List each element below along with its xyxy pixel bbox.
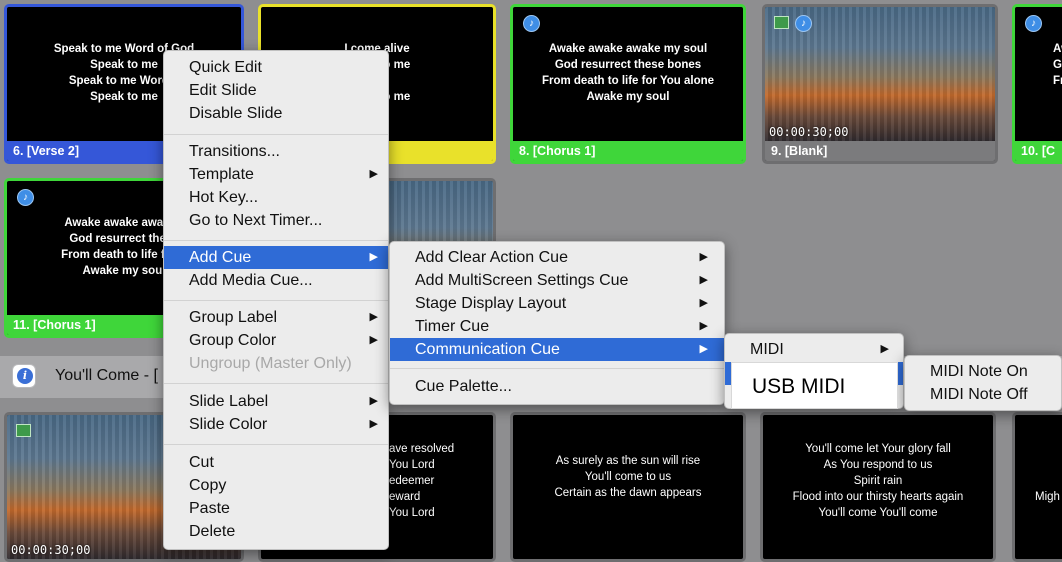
audio-cue-icon: ♪: [795, 15, 812, 32]
menu-item-delete[interactable]: Delete: [164, 520, 388, 543]
slide-lyrics: Migh: [1035, 491, 1060, 503]
slide-context-menu: Quick Edit Edit Slide Disable Slide Tran…: [163, 50, 389, 550]
image-cue-icon: [16, 424, 31, 437]
slide-10[interactable]: ♪ Aw Go Fro 10. [C: [1012, 4, 1062, 164]
menu-item-quick-edit[interactable]: Quick Edit: [164, 56, 388, 79]
slide-chorus-1-8[interactable]: ♪ Awake awake awake my soul God resurrec…: [510, 4, 746, 164]
menu-item-add-media-cue[interactable]: Add Media Cue...: [164, 269, 388, 292]
menu-item-group-label[interactable]: Group Label ▶: [164, 306, 388, 329]
chevron-right-icon: ▶: [699, 343, 708, 355]
chevron-right-icon: ▶: [699, 251, 708, 263]
audio-cue-icon: ♪: [1025, 15, 1042, 32]
slide-bottom-3[interactable]: As surely as the sun will rise You'll co…: [510, 412, 746, 562]
slide-lyrics: Aw Go Fro: [1053, 43, 1062, 87]
menu-item-cue-palette[interactable]: Cue Palette...: [390, 375, 724, 398]
menu-separator: [164, 134, 388, 135]
menu-item-cut[interactable]: Cut: [164, 451, 388, 474]
video-timecode: 00:00:30;00: [769, 125, 849, 139]
menu-separator: [390, 368, 724, 369]
image-cue-icon: [774, 16, 789, 29]
menu-item-template[interactable]: Template ▶: [164, 163, 388, 186]
chevron-right-icon: ▶: [369, 311, 378, 323]
chevron-right-icon: ▶: [369, 334, 378, 346]
menu-item-stage-display-layout[interactable]: Stage Display Layout ▶: [390, 292, 724, 315]
menu-separator: [164, 240, 388, 241]
slide-label: 9. [Blank]: [765, 141, 995, 161]
menu-item-communication-cue[interactable]: Communication Cue ▶: [390, 338, 724, 361]
slide-lyrics: As surely as the sun will rise You'll co…: [554, 455, 702, 499]
menu-item-slide-label[interactable]: Slide Label ▶: [164, 390, 388, 413]
chevron-right-icon: ▶: [699, 320, 708, 332]
chevron-right-icon: ▶: [369, 395, 378, 407]
chevron-right-icon: ▶: [369, 251, 378, 263]
menu-item-label: MIDI: [750, 341, 784, 358]
menu-item-disable-slide[interactable]: Disable Slide: [164, 102, 388, 125]
menu-item-label: Timer Cue: [415, 318, 490, 335]
menu-separator: [164, 383, 388, 384]
midi-submenu: MIDI Note On MIDI Note Off: [904, 355, 1062, 411]
menu-item-copy[interactable]: Copy: [164, 474, 388, 497]
audio-cue-icon: ♪: [17, 189, 34, 206]
menu-separator: [164, 444, 388, 445]
add-cue-submenu: Add Clear Action Cue ▶ Add MultiScreen S…: [389, 241, 725, 405]
menu-item-label: Add Clear Action Cue: [415, 249, 568, 266]
menu-item-label: Add Cue: [189, 249, 252, 266]
slide-bottom-5[interactable]: Migh: [1012, 412, 1062, 562]
chevron-right-icon: ▶: [880, 343, 889, 355]
menu-item-midi[interactable]: MIDI ▶: [725, 338, 903, 361]
menu-item-hot-key[interactable]: Hot Key...: [164, 186, 388, 209]
slide-label: 8. [Chorus 1]: [513, 141, 743, 161]
video-timecode: 00:00:30;00: [11, 543, 91, 557]
slide-blank[interactable]: ♪ 00:00:30;00 9. [Blank]: [762, 4, 998, 164]
info-icon[interactable]: i: [12, 364, 36, 388]
menu-item-add-multiscreen-settings-cue[interactable]: Add MultiScreen Settings Cue ▶: [390, 269, 724, 292]
chevron-right-icon: ▶: [369, 418, 378, 430]
menu-item-label: Group Color: [189, 332, 277, 349]
menu-item-label: Add MultiScreen Settings Cue: [415, 272, 629, 289]
menu-item-add-clear-action-cue[interactable]: Add Clear Action Cue ▶: [390, 246, 724, 269]
menu-separator: [164, 300, 388, 301]
menu-item-midi-note-off[interactable]: MIDI Note Off: [905, 383, 1061, 406]
slide-lyrics: You'll come let Your glory fall As You r…: [792, 443, 964, 519]
menu-item-timer-cue[interactable]: Timer Cue ▶: [390, 315, 724, 338]
menu-item-ungroup: Ungroup (Master Only): [189, 355, 352, 372]
chevron-right-icon: ▶: [369, 168, 378, 180]
menu-item-paste[interactable]: Paste: [164, 497, 388, 520]
menu-item-label: Group Label: [189, 309, 278, 326]
chevron-right-icon: ▶: [699, 297, 708, 309]
usb-midi-tooltip: USB MIDI: [731, 362, 898, 409]
menu-item-label: Stage Display Layout: [415, 295, 567, 312]
menu-item-transitions[interactable]: Transitions...: [164, 140, 388, 163]
menu-item-label: Slide Color: [189, 416, 268, 433]
menu-item-group-color[interactable]: Group Color ▶: [164, 329, 388, 352]
slide-bottom-4[interactable]: You'll come let Your glory fall As You r…: [760, 412, 996, 562]
menu-item-label: Template: [189, 166, 254, 183]
menu-item-label: Slide Label: [189, 393, 269, 410]
slide-lyrics: Awake awake awake my soul God resurrect …: [541, 43, 715, 103]
chevron-right-icon: ▶: [699, 274, 708, 286]
menu-item-add-cue[interactable]: Add Cue ▶: [164, 246, 388, 269]
menu-item-midi-note-on[interactable]: MIDI Note On: [905, 360, 1061, 383]
audio-cue-icon: ♪: [523, 15, 540, 32]
group-title: You'll Come - [: [55, 367, 158, 384]
menu-item-label: Communication Cue: [415, 341, 560, 358]
menu-item-edit-slide[interactable]: Edit Slide: [164, 79, 388, 102]
menu-item-slide-color[interactable]: Slide Color ▶: [164, 413, 388, 436]
slide-label: 10. [C: [1015, 141, 1062, 161]
menu-item-go-to-next-timer[interactable]: Go to Next Timer...: [164, 209, 388, 232]
